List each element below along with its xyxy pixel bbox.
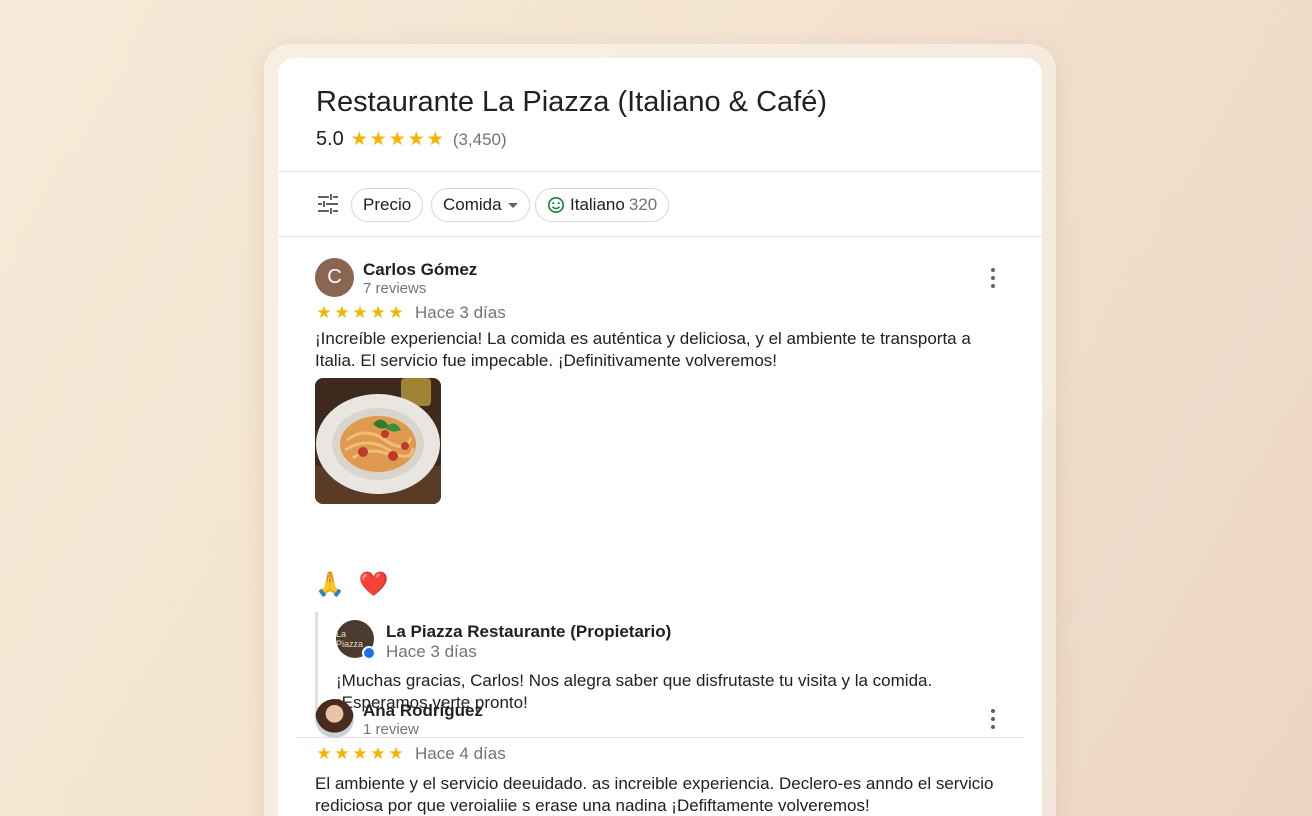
place-title: Restaurante La Piazza (Italiano & Café)	[316, 86, 827, 118]
star-icon: ★	[316, 303, 332, 322]
star-icon: ★	[352, 303, 368, 322]
avatar[interactable]	[315, 699, 354, 738]
review-text: ¡Increíble experiencia! La comida es aut…	[315, 329, 971, 370]
reviewer-review-count: 7 reviews	[363, 280, 427, 297]
caret-down-icon	[507, 202, 518, 208]
star-icon: ★	[350, 129, 368, 150]
place-header: Restaurante La Piazza (Italiano & Café) …	[278, 58, 1042, 172]
star-icon: ★	[334, 744, 350, 763]
place-rating: 5.0 ★ ★ ★ ★ ★ (3,450)	[316, 128, 507, 151]
more-options-icon[interactable]	[990, 268, 996, 288]
owner-name[interactable]: La Piazza Restaurante (Propietario)	[386, 622, 671, 642]
pray-emoji[interactable]: 🙏	[315, 570, 345, 599]
verified-icon	[362, 646, 376, 660]
avatar[interactable]: C	[315, 258, 354, 297]
star-icon: ★	[426, 129, 444, 150]
star-icon: ★	[388, 303, 404, 322]
more-options-icon[interactable]	[990, 709, 996, 729]
reviewer-review-count: 1 review	[363, 721, 419, 738]
review-photo[interactable]	[315, 378, 441, 504]
pasta-photo	[315, 378, 441, 504]
star-icon: ★	[352, 744, 368, 763]
reviewer-name[interactable]: Carlos Gómez	[363, 260, 477, 280]
review-stars: ★ ★ ★ ★ ★	[315, 303, 405, 323]
reviews-panel: Restaurante La Piazza (Italiano & Café) …	[278, 58, 1042, 816]
review-count[interactable]: (3,450)	[453, 130, 507, 150]
chip-label: Comida	[443, 195, 502, 214]
reactions: 🙏 ❤️	[315, 570, 389, 599]
review-text: El ambiente y el servicio deeuidado. as …	[315, 774, 994, 815]
chip-comida[interactable]: Comida	[431, 188, 530, 222]
review-date: Hace 3 días	[415, 303, 506, 322]
star-icon: ★	[407, 129, 425, 150]
tune-icon[interactable]	[316, 192, 340, 216]
chip-italiano[interactable]: Italiano 320	[535, 188, 670, 222]
chip-precio[interactable]: Precio	[351, 188, 424, 222]
star-icon: ★	[369, 129, 387, 150]
star-icon: ★	[370, 744, 386, 763]
chip-label: Italiano	[570, 195, 625, 214]
rating-value: 5.0	[316, 128, 344, 150]
review-stars: ★ ★ ★ ★ ★	[315, 744, 405, 764]
star-icon: ★	[316, 744, 332, 763]
owner-reply-date: Hace 3 días	[386, 642, 477, 661]
chip-count: 320	[628, 195, 658, 214]
star-icon: ★	[388, 129, 406, 150]
star-icon: ★	[334, 303, 350, 322]
review-rating: ★ ★ ★ ★ ★ Hace 3 días	[315, 303, 506, 323]
reviewer-name[interactable]: Ana Rodríguez	[363, 701, 483, 721]
smiley-icon	[547, 196, 565, 214]
rating-stars: ★ ★ ★ ★ ★	[350, 128, 445, 151]
heart-emoji[interactable]: ❤️	[359, 570, 389, 599]
star-icon: ★	[370, 303, 386, 322]
review-rating: ★ ★ ★ ★ ★ Hace 4 días	[315, 744, 506, 764]
filter-bar: Precio Comida Italiano 320	[278, 172, 1042, 237]
star-icon: ★	[388, 744, 404, 763]
review-date: Hace 4 días	[415, 744, 506, 763]
chip-label: Precio	[363, 195, 412, 214]
